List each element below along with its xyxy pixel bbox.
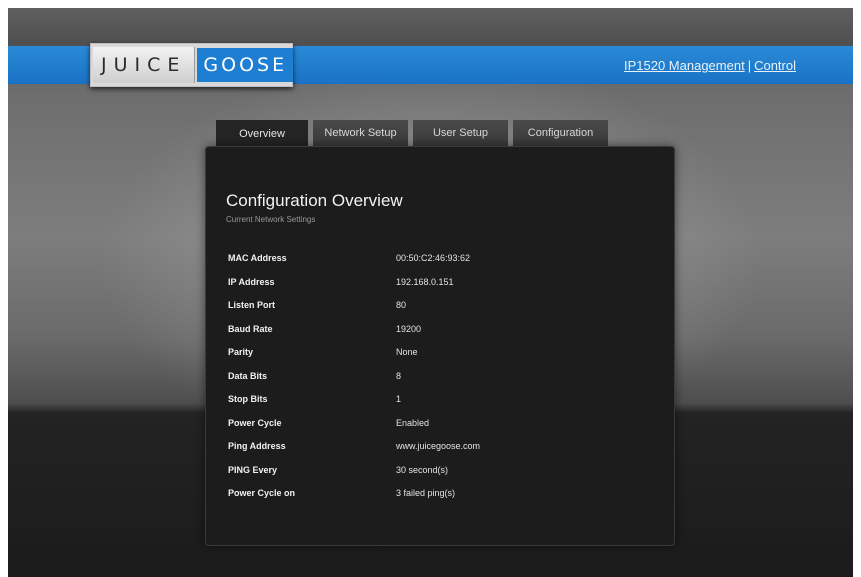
control-link[interactable]: Control: [754, 58, 796, 73]
logo-juice-text: JUICE: [93, 47, 196, 83]
setting-value: 192.168.0.151: [396, 276, 454, 287]
setting-value: 80: [396, 300, 407, 310]
setting-row-power-cycle-on: Power Cycle on 3 failed ping(s): [228, 488, 658, 512]
setting-row-ping-every: PING Every 30 second(s): [228, 465, 658, 489]
setting-label: Power Cycle on: [228, 488, 296, 498]
tab-bar: Overview Network Setup User Setup Config…: [216, 120, 613, 148]
setting-label: Baud Rate: [228, 323, 273, 334]
setting-row-parity: Parity None: [228, 347, 658, 371]
setting-value: 00:50:C2:46:93:62: [396, 253, 471, 263]
top-bar: [8, 8, 853, 46]
setting-label: Power Cycle: [228, 417, 282, 428]
tab-user-setup[interactable]: User Setup: [413, 120, 508, 146]
tab-configuration[interactable]: Configuration: [513, 120, 608, 146]
setting-label: MAC Address: [228, 253, 287, 263]
setting-label: PING Every: [228, 464, 278, 475]
setting-row-mac-address: MAC Address 00:50:C2:46:93:62: [228, 253, 658, 277]
setting-label: Ping Address: [228, 441, 286, 451]
setting-value: 30 second(s): [396, 464, 449, 475]
setting-row-baud-rate: Baud Rate 19200: [228, 324, 658, 348]
header-links: IP1520 Management | Control: [624, 58, 796, 73]
setting-label: Parity: [228, 347, 254, 357]
tab-label: Overview: [239, 128, 285, 140]
overview-panel: Configuration Overview Current Network S…: [205, 146, 675, 546]
logo-goose-text: GOOSE: [197, 48, 294, 82]
setting-row-power-cycle: Power Cycle Enabled: [228, 418, 658, 442]
tab-label: User Setup: [432, 127, 489, 139]
setting-label: Stop Bits: [228, 394, 268, 404]
setting-value: www.juicegoose.com: [396, 441, 481, 451]
logo[interactable]: JUICE GOOSE: [90, 43, 294, 87]
setting-value: Enabled: [396, 417, 430, 428]
setting-row-listen-port: Listen Port 80: [228, 300, 658, 324]
setting-value: 8: [396, 370, 402, 381]
header-link-separator: |: [747, 58, 752, 73]
setting-label: Listen Port: [228, 300, 276, 310]
tab-label: Configuration: [527, 127, 594, 139]
setting-row-stop-bits: Stop Bits 1: [228, 394, 658, 418]
page-subtitle: Current Network Settings: [226, 215, 316, 224]
management-link[interactable]: IP1520 Management: [624, 58, 745, 73]
setting-value: 1: [396, 394, 402, 404]
setting-row-ping-address: Ping Address www.juicegoose.com: [228, 441, 658, 465]
setting-label: Data Bits: [228, 370, 268, 381]
settings-list: MAC Address 00:50:C2:46:93:62 IP Address…: [228, 253, 658, 512]
page-frame: JUICE GOOSE IP1520 Management | Control Ov…: [8, 8, 853, 577]
setting-value: None: [396, 347, 418, 357]
setting-value: 19200: [396, 323, 422, 334]
tab-overview[interactable]: Overview: [216, 120, 308, 148]
tab-network-setup[interactable]: Network Setup: [313, 120, 408, 146]
setting-row-data-bits: Data Bits 8: [228, 371, 658, 395]
setting-value: 3 failed ping(s): [396, 488, 456, 498]
setting-label: IP Address: [228, 276, 275, 287]
tab-label: Network Setup: [324, 127, 397, 139]
page-title: Configuration Overview: [226, 191, 403, 210]
setting-row-ip-address: IP Address 192.168.0.151: [228, 277, 658, 301]
